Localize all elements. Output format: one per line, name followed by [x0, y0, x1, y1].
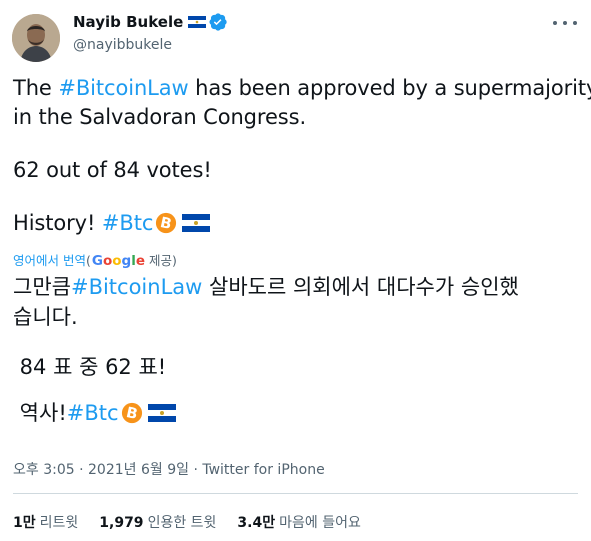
more-options-button[interactable] — [553, 14, 577, 32]
provider-suffix: 제공) — [145, 253, 177, 268]
likes-stat-link[interactable]: 3.4만 마음에 들어요 — [237, 512, 360, 532]
tweet-line: History! #Btc B — [13, 209, 581, 238]
retweets-label: 리트윗 — [39, 515, 79, 531]
hashtag-btc-link[interactable]: #Btc — [102, 209, 153, 238]
hashtag-bitcoinlaw-link[interactable]: #BitcoinLaw — [58, 74, 188, 103]
el-salvador-flag-icon — [147, 404, 176, 422]
bitcoin-icon: B — [121, 402, 142, 424]
author-name[interactable]: Nayib Bukele — [73, 13, 183, 31]
google-logo: Google — [91, 253, 145, 269]
bitcoin-icon: B — [156, 212, 177, 233]
hashtag-bitcoinlaw-link[interactable]: #BitcoinLaw — [71, 272, 202, 302]
retweets-stat-link[interactable]: 1만 리트윗 — [13, 512, 78, 532]
quotes-stat-link[interactable]: 1,979 인용한 트윗 — [99, 512, 216, 532]
author-name-row[interactable]: Nayib Bukele — [73, 13, 227, 31]
more-dot-icon — [573, 21, 577, 25]
likes-count: 3.4만 — [237, 515, 276, 531]
tweet-text-segment: History! — [13, 210, 102, 235]
provider-open: ( — [85, 253, 91, 268]
translated-line: 역사! #Btc B — [13, 398, 583, 428]
quotes-count: 1,979 — [99, 515, 144, 531]
translated-line: 그만큼 #BitcoinLaw 살바도르 의회에서 대다수가 승인했 — [13, 272, 583, 302]
more-dot-icon — [563, 21, 567, 25]
divider — [13, 493, 578, 494]
translated-line: 84 표 중 62 표! — [13, 352, 583, 382]
translated-from-english-link[interactable]: 영어에서 번역 — [13, 250, 86, 269]
meta-separator: · — [189, 462, 203, 478]
likes-label: 마음에 들어요 — [279, 515, 361, 531]
tweet-text-segment: in the Salvadoran Congress. — [13, 104, 307, 129]
tweet-date[interactable]: 2021년 6월 9일 — [88, 462, 189, 478]
tweet-time[interactable]: 오후 3:05 — [13, 462, 75, 478]
tweet-text-segment: 62 out of 84 votes! — [13, 157, 212, 182]
el-salvador-flag-icon — [188, 16, 207, 28]
engagement-stats: 1만 리트윗 1,979 인용한 트윗 3.4만 마음에 들어요 — [13, 512, 382, 532]
translated-text-segment: 그만큼 — [13, 275, 71, 299]
meta-separator: · — [74, 462, 89, 478]
verified-badge-icon — [209, 13, 227, 31]
tweet-text-segment: has been approved by a supermajority — [188, 76, 591, 100]
translated-text-segment: 습니다. — [13, 305, 78, 329]
author-handle[interactable]: @nayibbukele — [73, 37, 172, 53]
avatar-photo — [12, 14, 60, 62]
translated-tweet-text: 그만큼 #BitcoinLaw 살바도르 의회에서 대다수가 승인했 습니다. … — [13, 272, 583, 428]
avatar[interactable] — [12, 14, 60, 62]
tweet-text: The #BitcoinLaw has been approved by a s… — [13, 74, 591, 238]
retweets-count: 1만 — [13, 515, 36, 531]
tweet-source-link[interactable]: Twitter for iPhone — [202, 462, 324, 478]
translated-text-segment: 역사! — [13, 401, 67, 425]
translated-line: 습니다. — [13, 302, 583, 332]
tweet-line: in the Salvadoran Congress. — [13, 103, 581, 132]
translated-text-segment: 살바도르 의회에서 대다수가 승인했 — [202, 275, 519, 299]
quotes-label: 인용한 트윗 — [147, 515, 217, 531]
tweet-line: 62 out of 84 votes! — [13, 156, 581, 185]
translation-attribution: 영어에서 번역 ( Google 제공) — [13, 250, 177, 269]
tweet-line: The #BitcoinLaw has been approved by a s… — [13, 74, 591, 103]
tweet-metadata: 오후 3:05 · 2021년 6월 9일 · Twitter for iPho… — [13, 459, 325, 479]
hashtag-btc-link[interactable]: #Btc — [67, 398, 119, 428]
el-salvador-flag-icon — [182, 213, 211, 232]
translated-text-segment: 84 표 중 62 표! — [13, 355, 167, 379]
more-dot-icon — [553, 21, 557, 25]
tweet-text-segment: The — [13, 76, 59, 100]
